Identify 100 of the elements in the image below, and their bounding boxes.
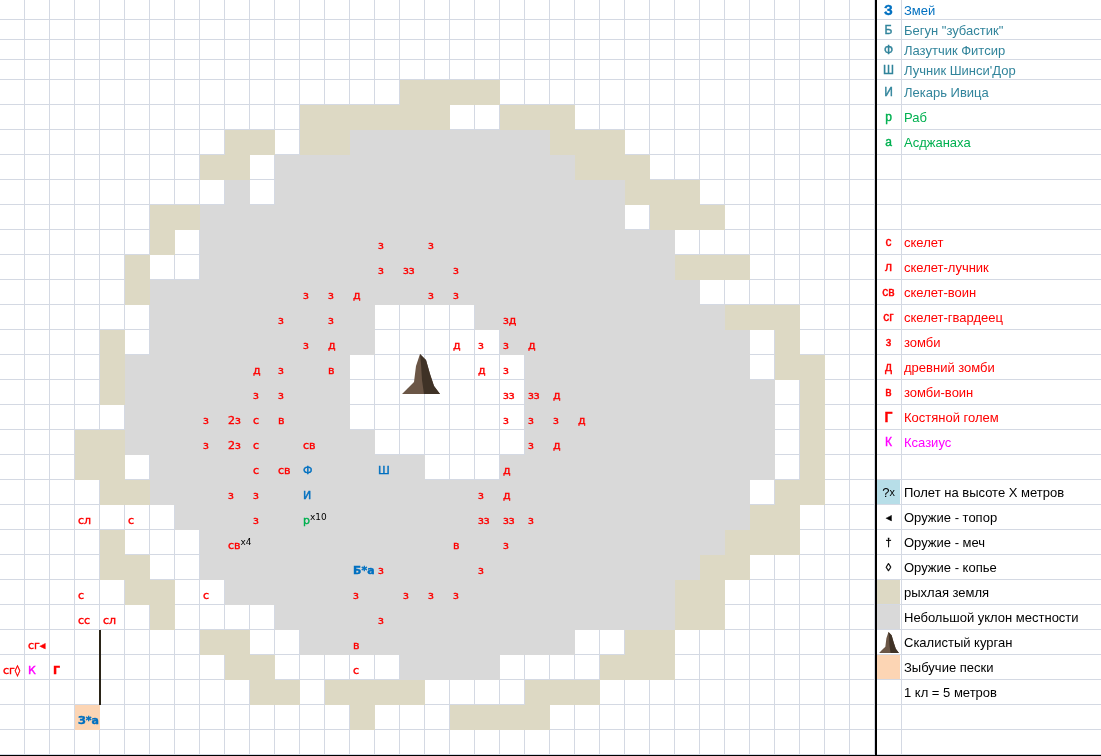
unit-label: в (328, 364, 335, 377)
unit-label: з (228, 489, 234, 502)
unit-label: з (253, 489, 259, 502)
unit-label: з (528, 439, 534, 452)
unit-label: св (278, 464, 291, 477)
unit-label: з (478, 489, 484, 502)
unit-label: з (428, 289, 434, 302)
legend-label: скелет-воин (904, 285, 977, 300)
unit-label: з (378, 239, 384, 252)
weapon-symbol: ◂ (885, 510, 892, 524)
unit-label: зд (503, 314, 517, 327)
rock-icon (400, 352, 442, 396)
legend-symbol: д (885, 360, 892, 374)
unit-label: зз (403, 264, 415, 277)
unit-label: Ф (303, 464, 313, 477)
unit-label: з (428, 589, 434, 602)
legend-symbol: р (885, 110, 892, 124)
unit-label: з (503, 364, 509, 377)
legend-symbol: И (884, 85, 893, 99)
unit-label: з (253, 514, 259, 527)
unit-label: р$^{x10}$ (303, 514, 327, 527)
legend-label: Лекарь Ивица (904, 85, 989, 100)
unit-label: с (253, 439, 260, 452)
legend-label: Раб (904, 110, 927, 125)
legend-symbol: З (884, 1, 893, 18)
unit-label: з (503, 414, 509, 427)
unit-label: зз (503, 389, 515, 402)
unit-label: з (278, 389, 284, 402)
unit-label: З*а (78, 714, 99, 727)
unit-label: з (278, 314, 284, 327)
unit-label: з (303, 339, 309, 352)
terrain-swatch (877, 605, 900, 629)
unit-label: с (203, 589, 210, 602)
unit-label: д (503, 464, 511, 477)
unit-label: с (253, 464, 260, 477)
legend-label: Скалистый курган (904, 635, 1013, 650)
unit-label: з (478, 564, 484, 577)
unit-label: з (328, 289, 334, 302)
unit-label: св$^{x4}$ (228, 539, 252, 552)
unit-label: 2з (228, 414, 241, 427)
unit-label: сл (103, 614, 117, 627)
unit-label: з (528, 414, 534, 427)
legend-label: Бегун "зубастик" (904, 22, 1004, 38)
unit-label: з (353, 589, 359, 602)
legend-label: Небольшой уклон местности (904, 610, 1079, 625)
legend-label: Ксазиус (904, 435, 952, 450)
weapon-symbol: ◊ (885, 561, 892, 573)
unit-label: з (453, 289, 459, 302)
unit-label: д (453, 339, 461, 352)
unit-label: Г (53, 664, 60, 677)
unit-label: з (503, 539, 509, 552)
unit-label: з (253, 389, 259, 402)
unit-label: д (253, 364, 261, 377)
terrain-swatch (877, 655, 900, 679)
unit-label: д (503, 489, 511, 502)
legend-label: Оружие - топор (904, 510, 998, 525)
unit-label: д (528, 339, 536, 352)
unit-label: Б*а (353, 564, 375, 577)
unit-label: з (553, 414, 559, 427)
unit-label: с (353, 664, 360, 677)
unit-label: 2з (228, 439, 241, 452)
unit-label: з (453, 264, 459, 277)
unit-label: з (303, 289, 309, 302)
unit-label: в (453, 539, 460, 552)
legend-label: 1 кл = 5 метров (904, 685, 997, 700)
legend-symbol: К (885, 435, 892, 449)
legend-label: Лазутчик Фитсир (904, 42, 1006, 58)
unit-label: д (328, 339, 336, 352)
unit-label: з (203, 414, 209, 427)
unit-label: К (28, 664, 36, 677)
legend-label: древний зомби (904, 360, 995, 375)
legend-label: скелет-лучник (904, 260, 989, 275)
legend-symbol: св (882, 285, 895, 299)
unit-label: Ш (378, 464, 390, 477)
unit-label: св (303, 439, 316, 452)
legend-label: Оружие - меч (904, 535, 986, 550)
legend-label: Лучник Шинси'Дор (904, 62, 1016, 78)
unit-label: с (128, 514, 135, 527)
unit-label: д (553, 389, 561, 402)
unit-label: сл (78, 514, 92, 527)
unit-label: з (278, 364, 284, 377)
unit-label: з (528, 514, 534, 527)
legend-symbol: л (885, 260, 892, 274)
legend-label: Асджанаха (904, 135, 971, 150)
unit-label: д (478, 364, 486, 377)
legend-label: зомби (904, 335, 941, 350)
unit-label: в (353, 639, 360, 652)
legend-symbol: Ф (883, 42, 894, 57)
legend-symbol: Ш (883, 62, 894, 77)
legend-label: Оружие - копье (904, 560, 997, 575)
unit-label: с (253, 414, 260, 427)
unit-label: сс (78, 614, 91, 627)
unit-label: сг◊ (3, 664, 21, 677)
unit-label: сг◂ (28, 639, 46, 652)
legend-label: скелет-гвардеец (904, 310, 1003, 325)
legend-symbol: сг (883, 310, 894, 324)
unit-label: з (328, 314, 334, 327)
legend-label: Зыбучие пески (904, 660, 994, 675)
legend-symbol: с (885, 235, 892, 249)
unit-label: с (78, 589, 85, 602)
